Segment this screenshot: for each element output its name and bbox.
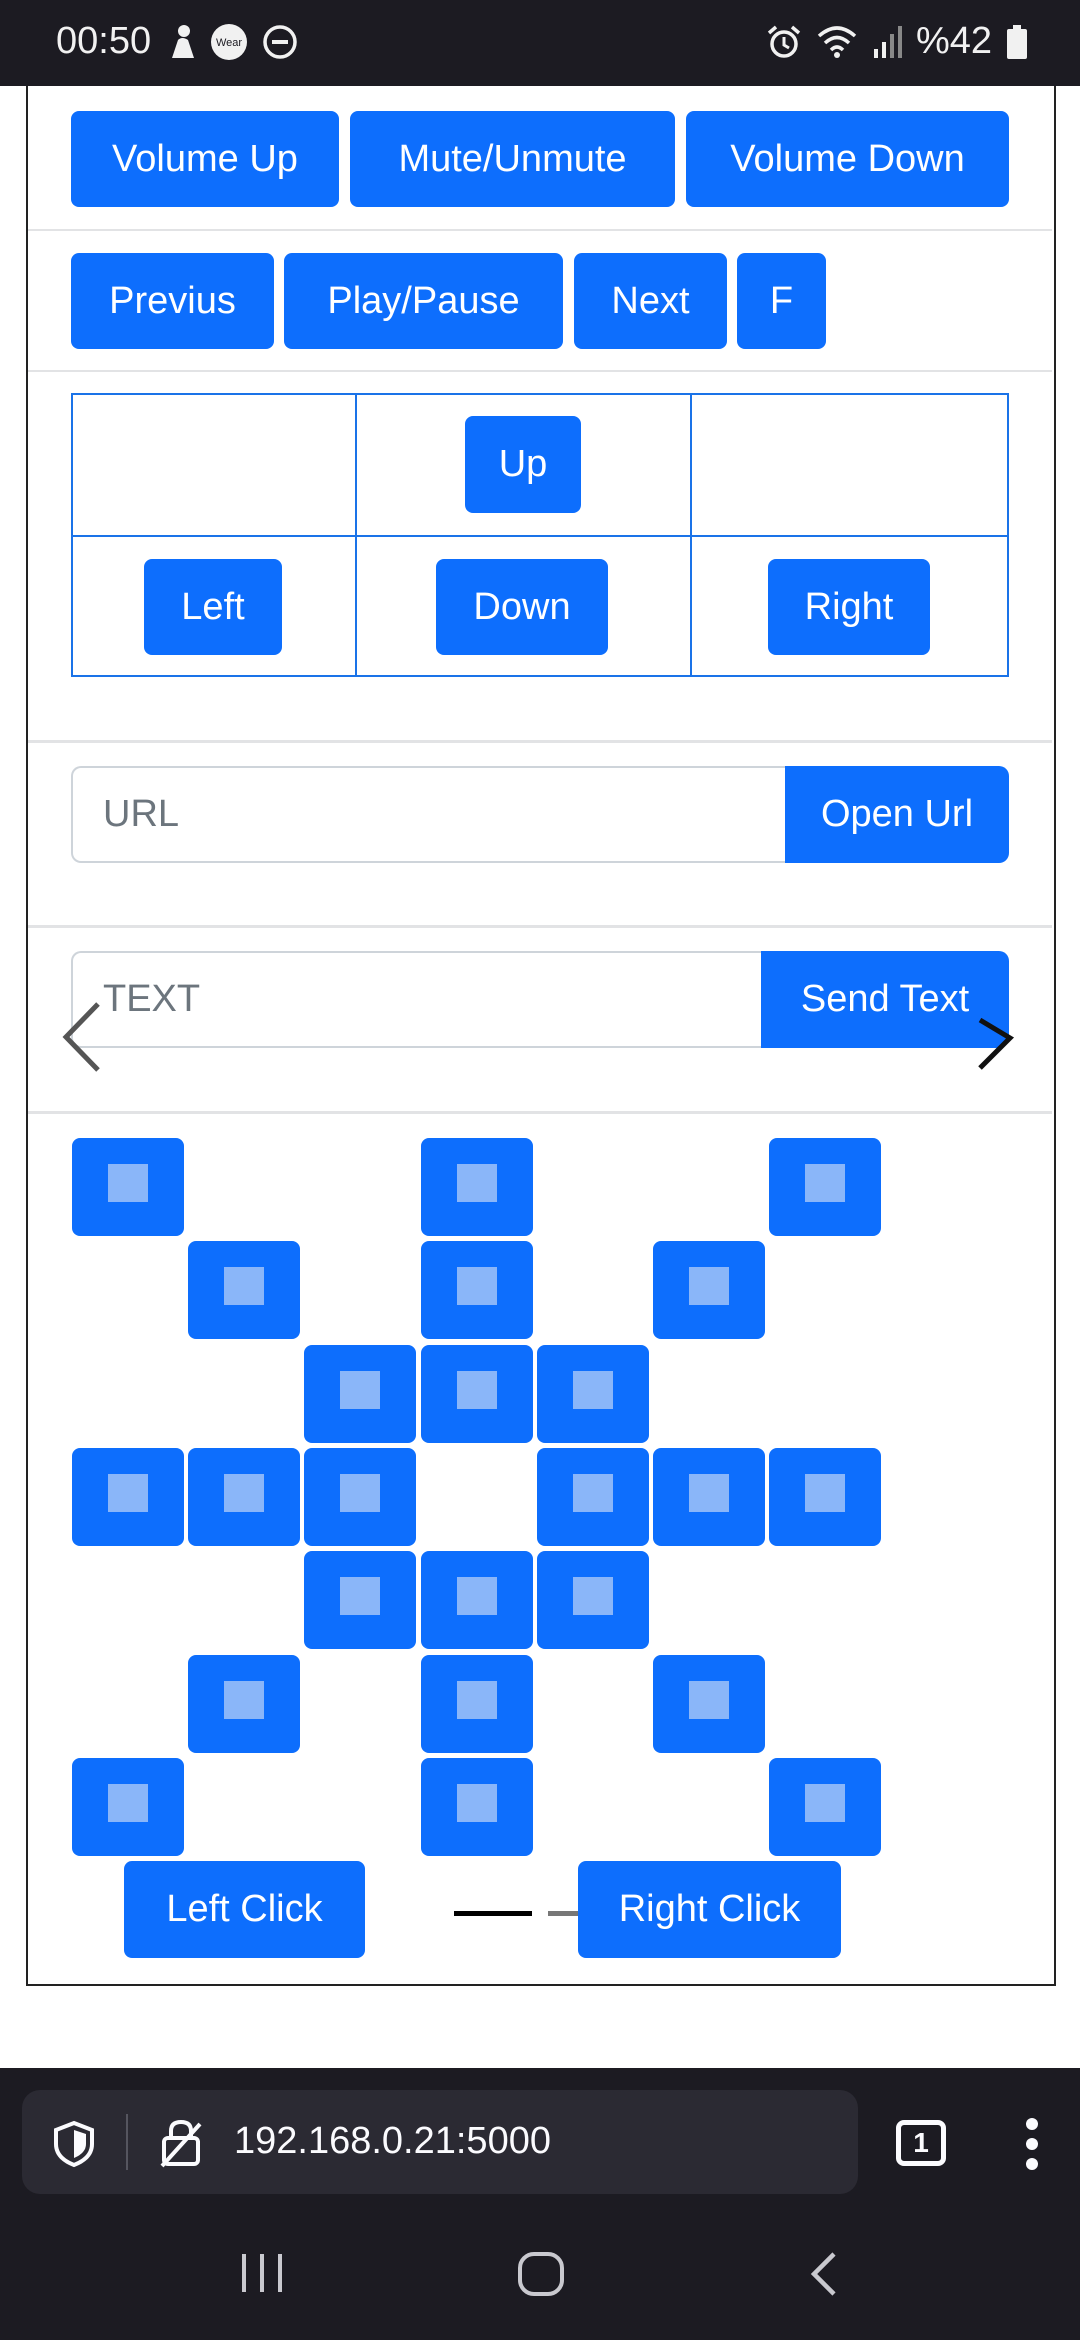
alarm-icon	[767, 25, 801, 58]
carousel-next-icon[interactable]	[976, 1016, 1016, 1072]
open-url-button[interactable]: Open Url	[785, 766, 1009, 863]
divider	[28, 925, 1052, 928]
divider	[28, 1111, 1052, 1114]
left-click-button[interactable]: Left Click	[124, 1861, 365, 1958]
mouse-up-right-button[interactable]	[769, 1138, 881, 1236]
mouse-left-button[interactable]	[304, 1448, 416, 1546]
back-icon[interactable]	[806, 2250, 840, 2298]
person-icon	[172, 25, 194, 58]
system-icons: %42	[766, 20, 1028, 63]
divider	[28, 370, 1052, 372]
left-button[interactable]: Left	[144, 559, 282, 655]
up-button[interactable]: Up	[465, 416, 581, 513]
svg-text:Wear: Wear	[216, 37, 242, 49]
previous-button[interactable]: Previus	[71, 253, 274, 349]
url-field[interactable]	[71, 766, 785, 863]
mouse-up-right-button[interactable]	[653, 1241, 765, 1339]
home-icon[interactable]	[516, 2250, 566, 2298]
battery-icon	[1007, 24, 1027, 59]
recent-apps-icon[interactable]	[238, 2252, 286, 2294]
divider	[28, 229, 1052, 231]
next-button[interactable]: Next	[574, 253, 727, 349]
shield-icon[interactable]	[52, 2120, 96, 2168]
right-click-button[interactable]: Right Click	[578, 1861, 841, 1958]
dnd-icon	[263, 25, 297, 59]
mouse-down-right-button[interactable]	[537, 1551, 649, 1649]
carousel-prev-icon[interactable]	[58, 1000, 104, 1074]
play-pause-button[interactable]: Play/Pause	[284, 253, 563, 349]
mouse-up-button[interactable]	[421, 1138, 533, 1236]
wifi-icon	[817, 25, 857, 58]
mouse-right-button[interactable]	[653, 1448, 765, 1546]
mouse-down-left-button[interactable]	[304, 1551, 416, 1649]
mouse-left-button[interactable]	[72, 1448, 184, 1546]
mouse-right-button[interactable]	[769, 1448, 881, 1546]
mouse-up-left-button[interactable]	[72, 1138, 184, 1236]
mouse-down-button[interactable]	[421, 1551, 533, 1649]
mouse-up-right-button[interactable]	[537, 1345, 649, 1443]
mouse-down-left-button[interactable]	[188, 1655, 300, 1753]
status-bar: 00:50 Wear %42	[0, 0, 1080, 86]
mouse-up-left-button[interactable]	[304, 1345, 416, 1443]
mouse-up-button[interactable]	[421, 1241, 533, 1339]
url-text[interactable]: 192.168.0.21:5000	[234, 2120, 551, 2163]
menu-kebab-icon[interactable]	[1024, 2116, 1040, 2172]
mouse-right-button[interactable]	[537, 1448, 649, 1546]
volume-down-button[interactable]: Volume Down	[686, 111, 1009, 207]
send-text-button[interactable]: Send Text	[761, 951, 1009, 1048]
volume-up-button[interactable]: Volume Up	[71, 111, 339, 207]
divider	[28, 740, 1052, 743]
down-button[interactable]: Down	[436, 559, 608, 655]
mouse-up-button[interactable]	[421, 1345, 533, 1443]
battery-percent: %42	[915, 20, 992, 62]
text-input[interactable]	[103, 978, 761, 1021]
mouse-down-right-button[interactable]	[769, 1758, 881, 1856]
right-button[interactable]: Right	[768, 559, 930, 655]
insecure-lock-icon[interactable]	[158, 2118, 204, 2168]
mouse-down-right-button[interactable]	[653, 1655, 765, 1753]
tabs-counter-button[interactable]: 1	[896, 2120, 946, 2166]
mute-button[interactable]: Mute/Unmute	[350, 111, 675, 207]
mouse-up-left-button[interactable]	[188, 1241, 300, 1339]
mouse-down-left-button[interactable]	[72, 1758, 184, 1856]
f-button[interactable]: F	[737, 253, 826, 349]
mouse-left-button[interactable]	[188, 1448, 300, 1546]
address-bar[interactable]: 192.168.0.21:5000	[22, 2090, 858, 2194]
browser-toolbar: 192.168.0.21:5000 1	[0, 2068, 1080, 2340]
clock: 00:50	[56, 20, 152, 62]
carousel-indicator-active[interactable]	[454, 1911, 532, 1916]
address-bar-separator	[126, 2114, 128, 2170]
wear-icon: Wear	[211, 24, 247, 60]
mouse-down-button[interactable]	[421, 1758, 533, 1856]
mouse-down-button[interactable]	[421, 1655, 533, 1753]
signal-icon	[873, 25, 902, 58]
notification-icons: Wear	[168, 22, 298, 62]
table-border	[73, 535, 1007, 537]
url-input[interactable]	[103, 793, 785, 836]
text-field[interactable]	[71, 951, 761, 1048]
